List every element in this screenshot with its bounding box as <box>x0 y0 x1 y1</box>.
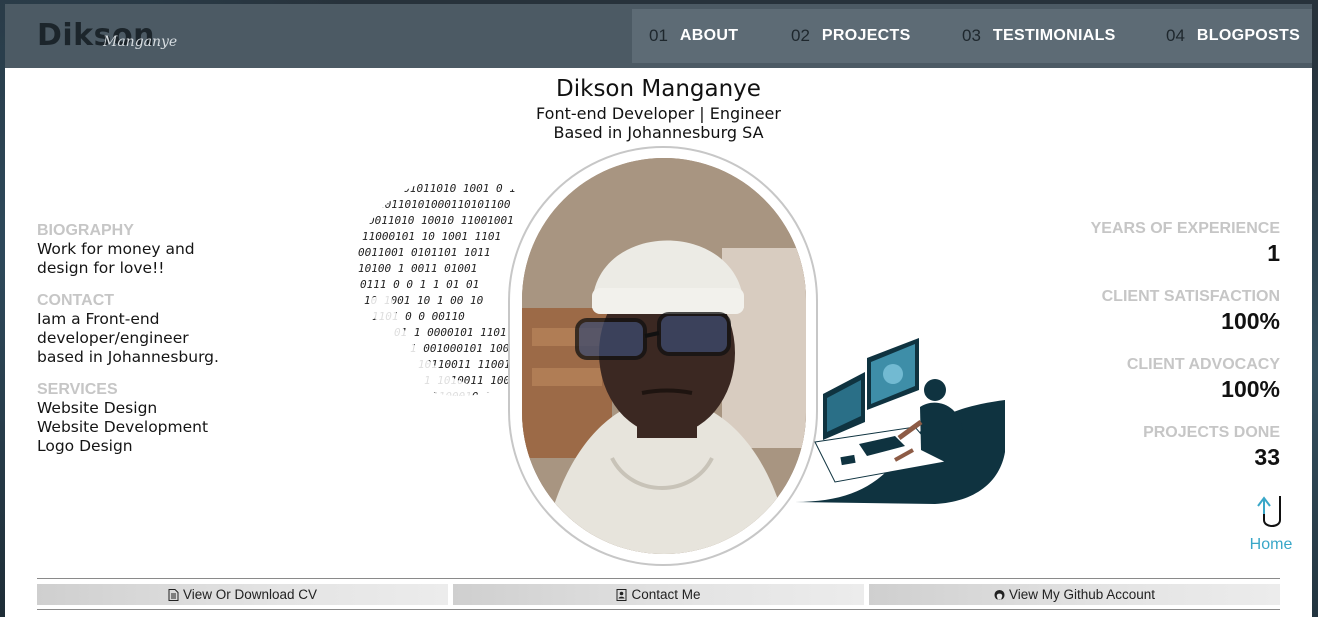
stat-label: CLIENT ADVOCACY <box>1126 356 1280 373</box>
list-item: Website Design <box>37 399 158 417</box>
svg-text:1 001000101 1001: 1 001000101 1001 <box>410 342 516 355</box>
profile-location: Based in Johannesburg SA <box>553 123 764 142</box>
contact-card-icon <box>616 588 627 601</box>
button-label: View My Github Account <box>1008 587 1156 602</box>
stat-label: YEARS OF EXPERIENCE <box>1090 220 1280 237</box>
contact-section: CONTACT Iam a Front-end developer/engine… <box>37 292 257 367</box>
profile-name: Dikson Manganye <box>556 76 761 102</box>
stat-client-advocacy: CLIENT ADVOCACY 100% <box>1020 356 1280 424</box>
logo-script: Manganye <box>103 34 178 50</box>
nav-label[interactable]: PROJECTS <box>822 27 911 45</box>
services-list: Website Design Website Development Logo … <box>37 399 257 456</box>
services-section: SERVICES Website Design Website Developm… <box>37 381 257 456</box>
stats-column: YEARS OF EXPERIENCE 1 CLIENT SATISFACTIO… <box>1020 220 1280 492</box>
biography-section: BIOGRAPHY Work for money and design for … <box>37 222 257 278</box>
nav-number: 01 <box>649 26 668 45</box>
svg-text:10100 1 0011 01001: 10100 1 0011 01001 <box>358 262 477 275</box>
stat-value: 33 <box>1254 444 1280 470</box>
nav-label[interactable]: BLOGPOSTS <box>1197 27 1300 45</box>
stat-years-experience: YEARS OF EXPERIENCE 1 <box>1020 220 1280 288</box>
svg-text:1000101 1: 1000101 1 <box>446 406 506 419</box>
biography-text: Work for money and design for love!! <box>37 240 195 277</box>
nav-item-projects[interactable]: 02 PROJECTS <box>791 9 911 63</box>
nav-item-blogposts[interactable]: 04 BLOGPOSTS <box>1166 9 1300 63</box>
svg-text:0011010 10010 11001001: 0011010 10010 11001001 <box>368 214 514 227</box>
profile-photo <box>522 158 806 554</box>
services-title: SERVICES <box>37 381 118 398</box>
svg-text:0011001 0101101 1011: 0011001 0101101 1011 <box>358 246 490 259</box>
stat-label: PROJECTS DONE <box>1143 424 1280 441</box>
developer-illustration <box>795 338 1005 504</box>
nav-number: 03 <box>962 26 981 45</box>
svg-text:0 1011 0101: 0 1011 0101 <box>450 150 523 163</box>
home-link[interactable]: Home <box>1241 492 1301 554</box>
nav-label[interactable]: ABOUT <box>680 27 738 45</box>
nav-number: 04 <box>1166 26 1185 45</box>
github-icon <box>994 589 1005 600</box>
contact-me-button[interactable]: Contact Me <box>453 584 864 605</box>
svg-text:11000101 10 1001 1101: 11000101 10 1001 1101 <box>362 230 501 243</box>
stat-value: 1 <box>1267 240 1280 266</box>
stat-value: 100% <box>1221 376 1280 402</box>
list-item: Website Development <box>37 418 209 436</box>
svg-text:01010001001 11001: 01010001001 11001 <box>420 166 533 179</box>
portrait-frame <box>508 146 818 566</box>
list-item: Logo Design <box>37 437 133 455</box>
nav-item-testimonials[interactable]: 03 TESTIMONIALS <box>962 9 1116 63</box>
u-turn-arrow-icon[interactable] <box>1254 492 1288 530</box>
action-buttons: View Or Download CV Contact Me View My G… <box>37 584 1280 605</box>
contact-title: CONTACT <box>37 292 115 309</box>
svg-text:0001011010 1001 0 10: 0001011010 1001 0 10 <box>390 182 523 195</box>
github-button[interactable]: View My Github Account <box>869 584 1280 605</box>
nav-number: 02 <box>791 26 810 45</box>
about-column: BIOGRAPHY Work for money and design for … <box>37 222 257 470</box>
nav-item-about[interactable]: 01 ABOUT <box>649 9 738 63</box>
home-label[interactable]: Home <box>1241 536 1301 554</box>
svg-text:10110101000110101100: 10110101000110101100 <box>378 198 511 211</box>
view-cv-button[interactable]: View Or Download CV <box>37 584 448 605</box>
site-header: Dikson Manganye 01 ABOUT 02 PROJECTS 03 … <box>5 4 1312 68</box>
divider <box>37 578 1280 579</box>
nav-label[interactable]: TESTIMONIALS <box>993 27 1116 45</box>
intro: Dikson Manganye Font-end Developer | Eng… <box>5 74 1312 142</box>
biography-title: BIOGRAPHY <box>37 222 134 239</box>
button-label: Contact Me <box>631 587 701 602</box>
svg-text:01 1 0000101 1101: 01 1 0000101 1101 <box>394 326 507 339</box>
page: Dikson Manganye 01 ABOUT 02 PROJECTS 03 … <box>5 4 1312 617</box>
document-icon <box>168 588 179 601</box>
stat-projects-done: PROJECTS DONE 33 <box>1020 424 1280 492</box>
stat-label: CLIENT SATISFACTION <box>1101 288 1280 305</box>
main-nav: 01 ABOUT 02 PROJECTS 03 TESTIMONIALS 04 … <box>632 9 1312 63</box>
divider <box>37 609 1280 610</box>
contact-text: Iam a Front-end developer/engineer based… <box>37 310 219 366</box>
svg-text:0111 0 0 1 1 01 01: 0111 0 0 1 1 01 01 <box>360 278 479 291</box>
profile-role: Font-end Developer | Engineer <box>536 104 781 123</box>
stat-client-satisfaction: CLIENT SATISFACTION 100% <box>1020 288 1280 356</box>
stat-value: 100% <box>1221 308 1280 334</box>
button-label: View Or Download CV <box>182 587 318 602</box>
